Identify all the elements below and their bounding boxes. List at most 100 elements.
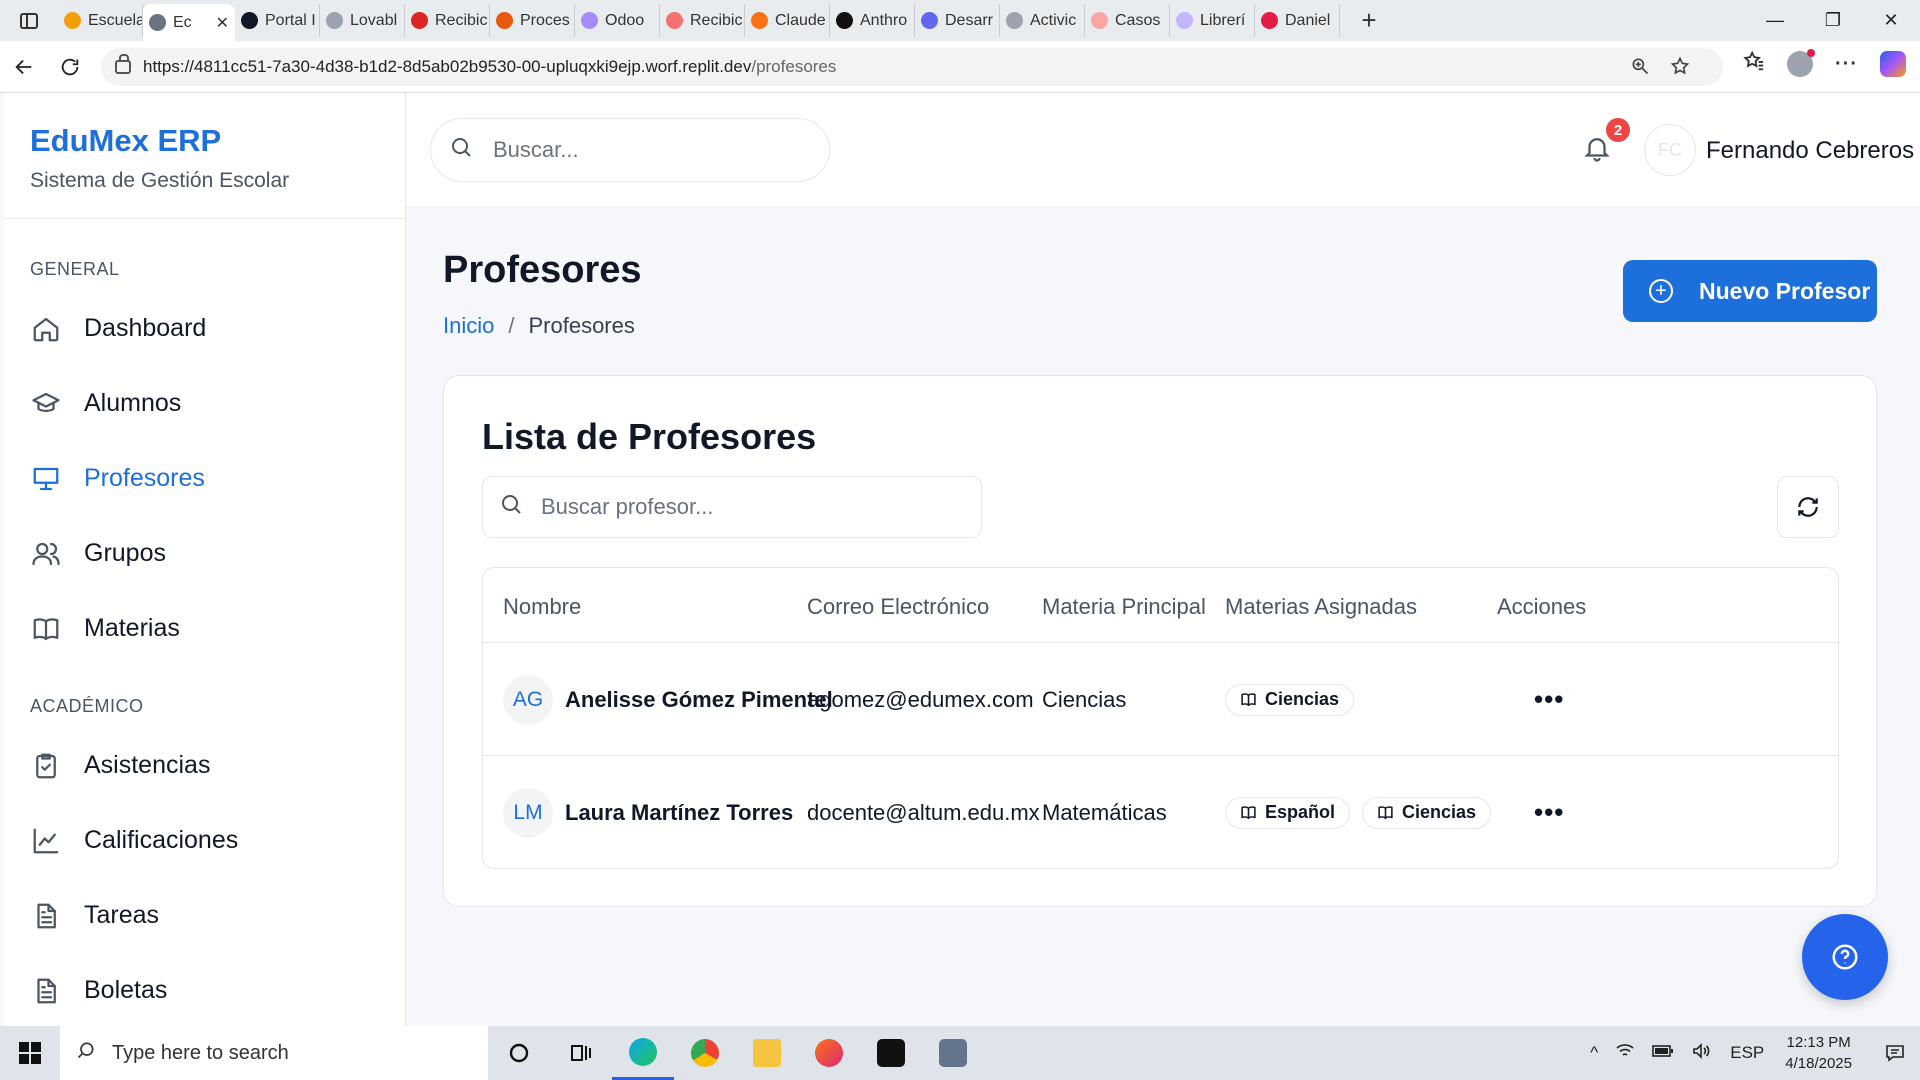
sidebar-item-asistencias[interactable]: Asistencias [4,728,405,803]
browser-tab[interactable]: Casos [1085,4,1170,37]
cortana-icon[interactable] [488,1026,550,1080]
sidebar-item-label: Boletas [84,976,168,1004]
tab-close-icon[interactable]: ✕ [216,13,229,33]
browser-tab[interactable]: Odoo [575,4,660,37]
browser-tab[interactable]: Recibic [405,4,490,37]
refresh-button[interactable] [1777,476,1839,538]
subject-chip[interactable]: Español [1225,796,1351,829]
nav-general: Dashboard Alumnos Profesores Grupos Materias [4,291,405,666]
sidebar-item-profesores[interactable]: Profesores [4,441,405,516]
window-controls: — ❐ ✕ [1746,0,1920,41]
teacher-name[interactable]: Anelisse Gómez Pimentel [565,687,833,713]
file-explorer-icon[interactable] [736,1026,798,1080]
table-row[interactable]: AG Anelisse Gómez Pimentel agomez@edumex.c… [483,643,1838,756]
minimize-button[interactable]: — [1746,0,1804,41]
subject-chip-label: Español [1265,802,1336,822]
column-header-materia-principal[interactable]: Materia Principal [1042,594,1206,620]
volume-icon[interactable] [1692,1042,1712,1064]
browser-tab[interactable]: Claude [745,4,830,37]
bell-icon[interactable] [1582,133,1612,163]
browser-tab[interactable]: Librerí [1170,4,1255,37]
sidebar-item-grupos[interactable]: Grupos [4,516,405,591]
url-path: /profesores [751,57,837,76]
breadcrumb-home-link[interactable]: Inicio [443,313,494,339]
users-icon [30,538,62,570]
sidebar-item-dashboard[interactable]: Dashboard [4,291,405,366]
browser-tab[interactable]: Ec ✕ [143,4,235,41]
sidebar-item-alumnos[interactable]: Alumnos [4,366,405,441]
browser-tab[interactable]: Recibic [660,4,745,37]
clock[interactable]: 12:13 PM 4/18/2025 [1785,1032,1852,1074]
sidebar-item-materias[interactable]: Materias [4,591,405,666]
subject-chip[interactable]: Ciencias [1225,683,1355,716]
refresh-icon [1798,497,1818,517]
zoom-icon[interactable] [1630,56,1650,82]
browser-tab[interactable]: Escuela [58,4,143,37]
wifi-icon[interactable] [1616,1043,1634,1064]
site-info-icon[interactable] [115,54,131,74]
browser-tab[interactable]: Proces [490,4,575,37]
sidebar-item-tareas[interactable]: Tareas [4,878,405,953]
game-app-icon[interactable] [860,1026,922,1080]
sidebar-item-boletas[interactable]: Boletas [4,953,405,1026]
tab-label: Anthro [860,11,908,29]
clock-time: 12:13 PM [1786,1034,1851,1051]
book-icon [1377,804,1394,821]
profile-avatar[interactable] [1787,49,1816,77]
more-actions-icon[interactable]: ••• [1534,684,1564,715]
column-header-materias-asignadas[interactable]: Materias Asignadas [1225,594,1417,620]
edge-taskbar-icon[interactable] [612,1026,674,1080]
clock-date: 4/18/2025 [1785,1055,1852,1072]
user-name[interactable]: Fernando Cebreros [1706,137,1914,165]
browser-tab[interactable]: Lovabl [320,4,405,37]
taskbar-search-input[interactable]: Type here to search [60,1026,488,1080]
tab-label: Casos [1115,11,1161,29]
name-cell: AG Anelisse Gómez Pimentel [503,643,833,756]
brand-title[interactable]: EduMex ERP [30,123,405,159]
action-center-icon[interactable] [1870,1044,1920,1062]
browser-tab[interactable]: Anthro [830,4,915,37]
sidebar-item-calificaciones[interactable]: Calificaciones [4,803,405,878]
task-view-icon[interactable] [550,1026,612,1080]
input-language[interactable]: ESP [1730,1043,1764,1063]
windows-start-button[interactable] [0,1026,60,1080]
tab-label: Proces [520,11,570,29]
browser-tab[interactable]: Portal I [235,4,320,37]
tab-label: Daniel [1285,11,1331,29]
new-teacher-button[interactable]: + Nuevo Profesor [1623,260,1877,322]
remote-app-icon[interactable] [922,1026,984,1080]
sidebar-item-label: Materias [84,614,180,642]
column-header-correo[interactable]: Correo Electrónico [807,594,989,620]
graduation-cap-icon [30,388,62,420]
chevron-up-icon[interactable]: ^ [1590,1043,1598,1063]
help-button[interactable] [1802,914,1888,1000]
table-row[interactable]: LM Laura Martínez Torres docente@altum.edu… [483,756,1838,868]
column-header-nombre[interactable]: Nombre [503,594,581,620]
copilot-icon[interactable] [1880,51,1906,77]
maximize-button[interactable]: ❐ [1804,0,1862,41]
reload-icon[interactable] [48,45,92,89]
chrome-taskbar-icon[interactable] [674,1026,736,1080]
search-icon [449,135,473,165]
url-field[interactable]: https://4811cc51-7a30-4d38-b1d2-8d5ab02b… [101,48,1723,86]
subject-chip[interactable]: Ciencias [1362,796,1492,829]
teacher-name[interactable]: Laura Martínez Torres [565,800,793,826]
line-chart-icon [30,825,62,857]
tab-actions-icon[interactable] [0,0,58,41]
tab-favicon-icon [1176,12,1193,29]
close-window-button[interactable]: ✕ [1862,0,1920,41]
global-search-input[interactable]: Buscar... [430,118,830,182]
new-tab-button[interactable]: + [1354,5,1384,36]
teacher-search-input[interactable]: Buscar profesor... [482,476,982,538]
favorite-star-icon[interactable] [1670,56,1690,82]
favorites-icon[interactable] [1743,50,1765,78]
more-menu-icon[interactable]: ··· [1835,53,1858,76]
browser-tab[interactable]: Activic [1000,4,1085,37]
more-actions-icon[interactable]: ••• [1534,797,1564,828]
user-avatar[interactable]: FC [1644,124,1696,176]
battery-icon[interactable] [1652,1043,1674,1063]
browser-tab[interactable]: Daniel [1255,4,1340,37]
browser-tab[interactable]: Desarr [915,4,1000,37]
back-arrow-icon[interactable] [2,45,46,89]
firefox-taskbar-icon[interactable] [798,1026,860,1080]
